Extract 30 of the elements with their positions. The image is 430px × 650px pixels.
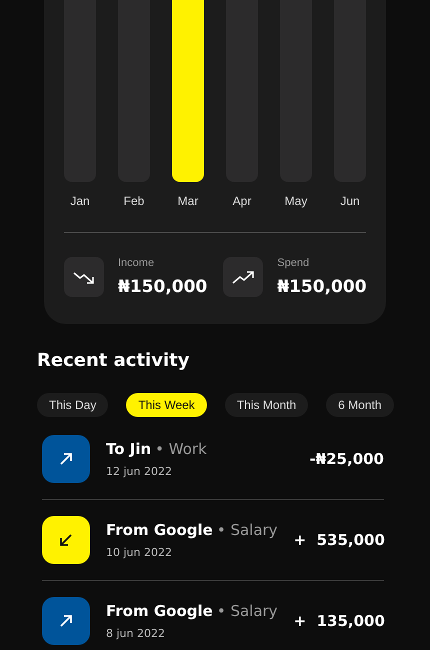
transaction-name: From Google <box>106 521 213 539</box>
transaction-date: 8 jun 2022 <box>106 627 166 640</box>
filter-chip[interactable]: This Month <box>224 393 308 417</box>
filter-chip[interactable]: This Week <box>126 393 207 417</box>
filter-chip[interactable]: This Day <box>37 393 108 417</box>
transaction-date: 12 jun 2022 <box>106 465 173 478</box>
trend-up-icon <box>223 257 264 297</box>
month-label: Jan <box>70 194 90 208</box>
section-title: Recent activity <box>37 350 190 371</box>
month-label: May <box>284 194 308 208</box>
chart-bar[interactable] <box>172 0 204 182</box>
transaction-category: • Salary <box>216 602 278 620</box>
transaction-category: • Work <box>155 440 207 458</box>
trend-down-icon <box>64 257 104 297</box>
transaction-date: 10 jun 2022 <box>106 546 173 559</box>
transaction-amount: + 535,000 <box>294 531 385 549</box>
transaction-category: • Salary <box>216 521 278 539</box>
transaction-amount: -₦25,000 <box>309 450 384 468</box>
stat-label: Income <box>118 257 156 269</box>
transaction-amount: + 135,000 <box>294 612 385 630</box>
stat-amount: ₦150,000 <box>277 277 367 297</box>
transaction-name: From Google <box>106 602 213 620</box>
month-label: Jun <box>340 194 360 208</box>
stat-label: Spend <box>277 257 310 269</box>
month-label: Feb <box>124 194 144 208</box>
month-label: Apr <box>232 194 252 208</box>
month-label: Mar <box>178 194 198 208</box>
stat-amount: ₦150,000 <box>118 277 208 297</box>
transaction-name: To Jin <box>106 440 152 458</box>
filter-chip[interactable]: 6 Month <box>326 393 394 417</box>
